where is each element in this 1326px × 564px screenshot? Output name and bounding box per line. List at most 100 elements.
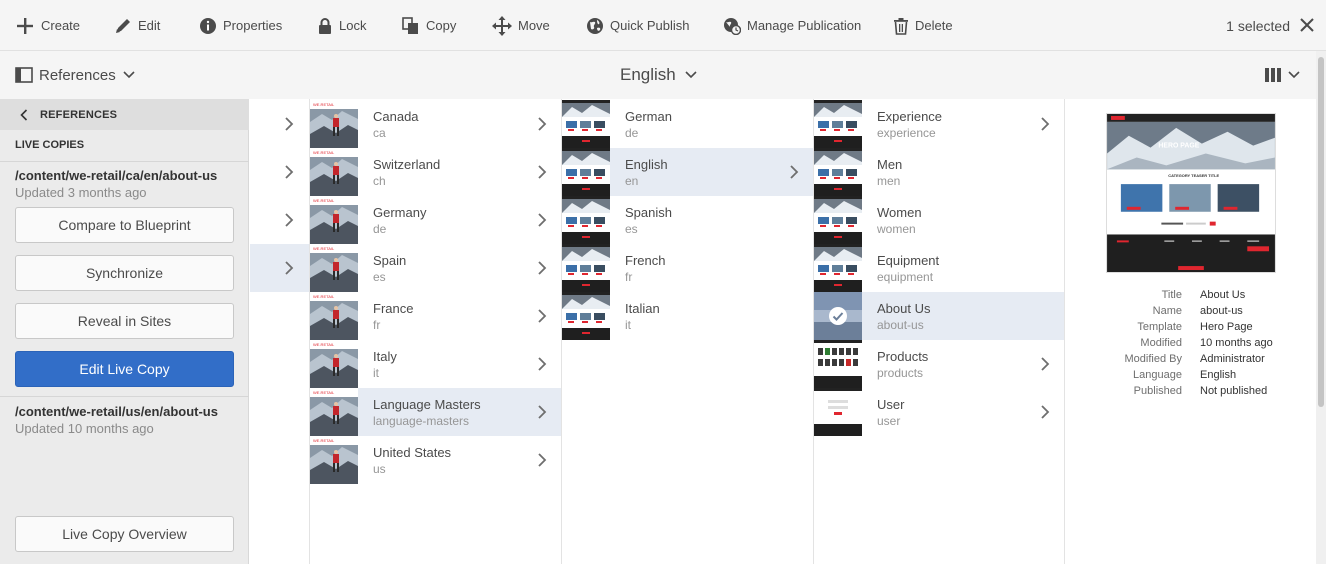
item-name: es <box>373 270 386 284</box>
chevron-right-icon[interactable] <box>537 213 547 227</box>
list-item[interactable]: Spain es <box>310 244 561 292</box>
page-thumbnail <box>814 196 862 244</box>
item-title: Men <box>877 157 903 172</box>
scrollbar[interactable] <box>1316 51 1326 564</box>
item-name: de <box>373 222 387 236</box>
item-title: Products <box>877 349 929 364</box>
chevron-right-icon[interactable] <box>1040 357 1050 371</box>
page-thumbnail <box>814 244 862 292</box>
chevron-right-icon[interactable] <box>789 165 799 179</box>
rail-toggle-button[interactable]: References <box>15 51 135 99</box>
item-name: us <box>373 462 386 476</box>
item-title: Italian <box>625 301 660 316</box>
meta-key: Published <box>1133 385 1182 397</box>
list-item[interactable]: Experience experience <box>814 100 1064 148</box>
chevron-right-icon[interactable] <box>284 261 294 275</box>
list-item[interactable]: German de <box>562 100 813 148</box>
view-switcher-button[interactable] <box>1264 67 1300 83</box>
action-bar: Create Edit Properties Lock Copy Move Qu… <box>0 0 1326 51</box>
move-button[interactable]: Move <box>492 0 550 51</box>
manage-publication-button[interactable]: Manage Publication <box>723 0 861 51</box>
chevron-right-icon[interactable] <box>284 213 294 227</box>
page-thumbnail <box>814 340 862 388</box>
item-name: equipment <box>877 270 934 284</box>
list-item[interactable]: Products products <box>814 340 1064 388</box>
list-item[interactable]: United States us <box>310 436 561 484</box>
list-item-selected[interactable]: Language Masters language-masters <box>310 388 561 436</box>
item-title: About Us <box>877 301 931 316</box>
live-copy-path[interactable]: /content/we-retail/us/en/about-us <box>15 404 218 419</box>
list-item[interactable]: Equipment equipment <box>814 244 1064 292</box>
item-name: user <box>877 414 901 428</box>
item-title: France <box>373 301 414 316</box>
list-item[interactable]: France fr <box>310 292 561 340</box>
list-item[interactable]: Switzerland ch <box>310 148 561 196</box>
compare-to-blueprint-button[interactable]: Compare to Blueprint <box>15 207 234 243</box>
chevron-right-icon[interactable] <box>537 357 547 371</box>
list-item[interactable]: Men men <box>814 148 1064 196</box>
list-item-selected[interactable]: English en <box>562 148 813 196</box>
edit-live-copy-button[interactable]: Edit Live Copy <box>15 351 234 387</box>
list-item[interactable]: Italian it <box>562 292 813 340</box>
chevron-right-icon[interactable] <box>1040 117 1050 131</box>
meta-key: Title <box>1161 289 1182 301</box>
rail-header[interactable]: REFERENCES <box>0 99 249 130</box>
page-thumbnail <box>814 148 862 196</box>
chevron-right-icon[interactable] <box>284 117 294 131</box>
live-copy-updated: Updated 3 months ago <box>15 185 147 200</box>
item-name: fr <box>373 318 381 332</box>
page-thumbnail <box>562 100 610 148</box>
item-title: Canada <box>373 109 419 124</box>
list-item[interactable]: Spanish es <box>562 196 813 244</box>
chevron-right-icon[interactable] <box>537 117 547 131</box>
edit-button[interactable]: Edit <box>114 0 160 51</box>
list-item[interactable]: French fr <box>562 244 813 292</box>
preview-category-text: CATEGORY TEASER TITLE <box>1168 173 1219 178</box>
reveal-in-sites-button[interactable]: Reveal in Sites <box>15 303 234 339</box>
chevron-left-icon[interactable] <box>20 108 28 121</box>
meta-value: Not published <box>1200 385 1268 397</box>
page-title[interactable]: English <box>620 51 697 99</box>
quick-publish-button[interactable]: Quick Publish <box>586 0 689 51</box>
globe-icon <box>587 17 603 34</box>
create-button[interactable]: Create <box>15 0 80 51</box>
page-thumbnail <box>310 196 358 244</box>
list-item[interactable]: Canada ca <box>310 100 561 148</box>
list-item-selected[interactable]: About Us about-us <box>814 292 1064 340</box>
quick-publish-label: Quick Publish <box>610 18 690 33</box>
lock-button[interactable]: Lock <box>317 0 366 51</box>
chevron-right-icon[interactable] <box>537 261 547 275</box>
column-languages: German de English en Spanish es French f… <box>562 99 814 564</box>
item-name: men <box>877 174 901 188</box>
delete-button[interactable]: Delete <box>893 0 953 51</box>
list-item[interactable]: User user <box>814 388 1064 436</box>
list-item[interactable]: Italy it <box>310 340 561 388</box>
chevron-right-icon[interactable] <box>537 405 547 419</box>
chevron-right-icon[interactable] <box>1040 405 1050 419</box>
list-item[interactable]: Germany de <box>310 196 561 244</box>
synchronize-button[interactable]: Synchronize <box>15 255 234 291</box>
chevron-right-icon[interactable] <box>537 309 547 323</box>
page-thumbnail <box>310 292 358 340</box>
page-thumbnail <box>562 196 610 244</box>
chevron-right-icon[interactable] <box>284 165 294 179</box>
list-item[interactable]: Women women <box>814 196 1064 244</box>
live-copy-path[interactable]: /content/we-retail/ca/en/about-us <box>15 168 217 183</box>
meta-value: about-us <box>1200 305 1243 317</box>
live-copy-overview-button[interactable]: Live Copy Overview <box>15 516 234 552</box>
close-icon[interactable] <box>1298 16 1316 34</box>
preview-hero-text: HERO PAGE <box>1158 143 1199 150</box>
column-row-selected[interactable] <box>250 244 309 292</box>
chevron-right-icon[interactable] <box>537 165 547 179</box>
item-title: German <box>625 109 672 124</box>
scrollbar-thumb[interactable] <box>1318 57 1324 407</box>
divider <box>0 161 249 162</box>
item-title: Spanish <box>625 205 672 220</box>
item-name: about-us <box>877 318 924 332</box>
page-thumbnail <box>310 100 358 148</box>
checkmark-icon[interactable] <box>828 306 848 326</box>
edit-label: Edit <box>138 18 161 33</box>
copy-button[interactable]: Copy <box>402 0 456 51</box>
properties-button[interactable]: Properties <box>199 0 282 51</box>
chevron-right-icon[interactable] <box>537 453 547 467</box>
